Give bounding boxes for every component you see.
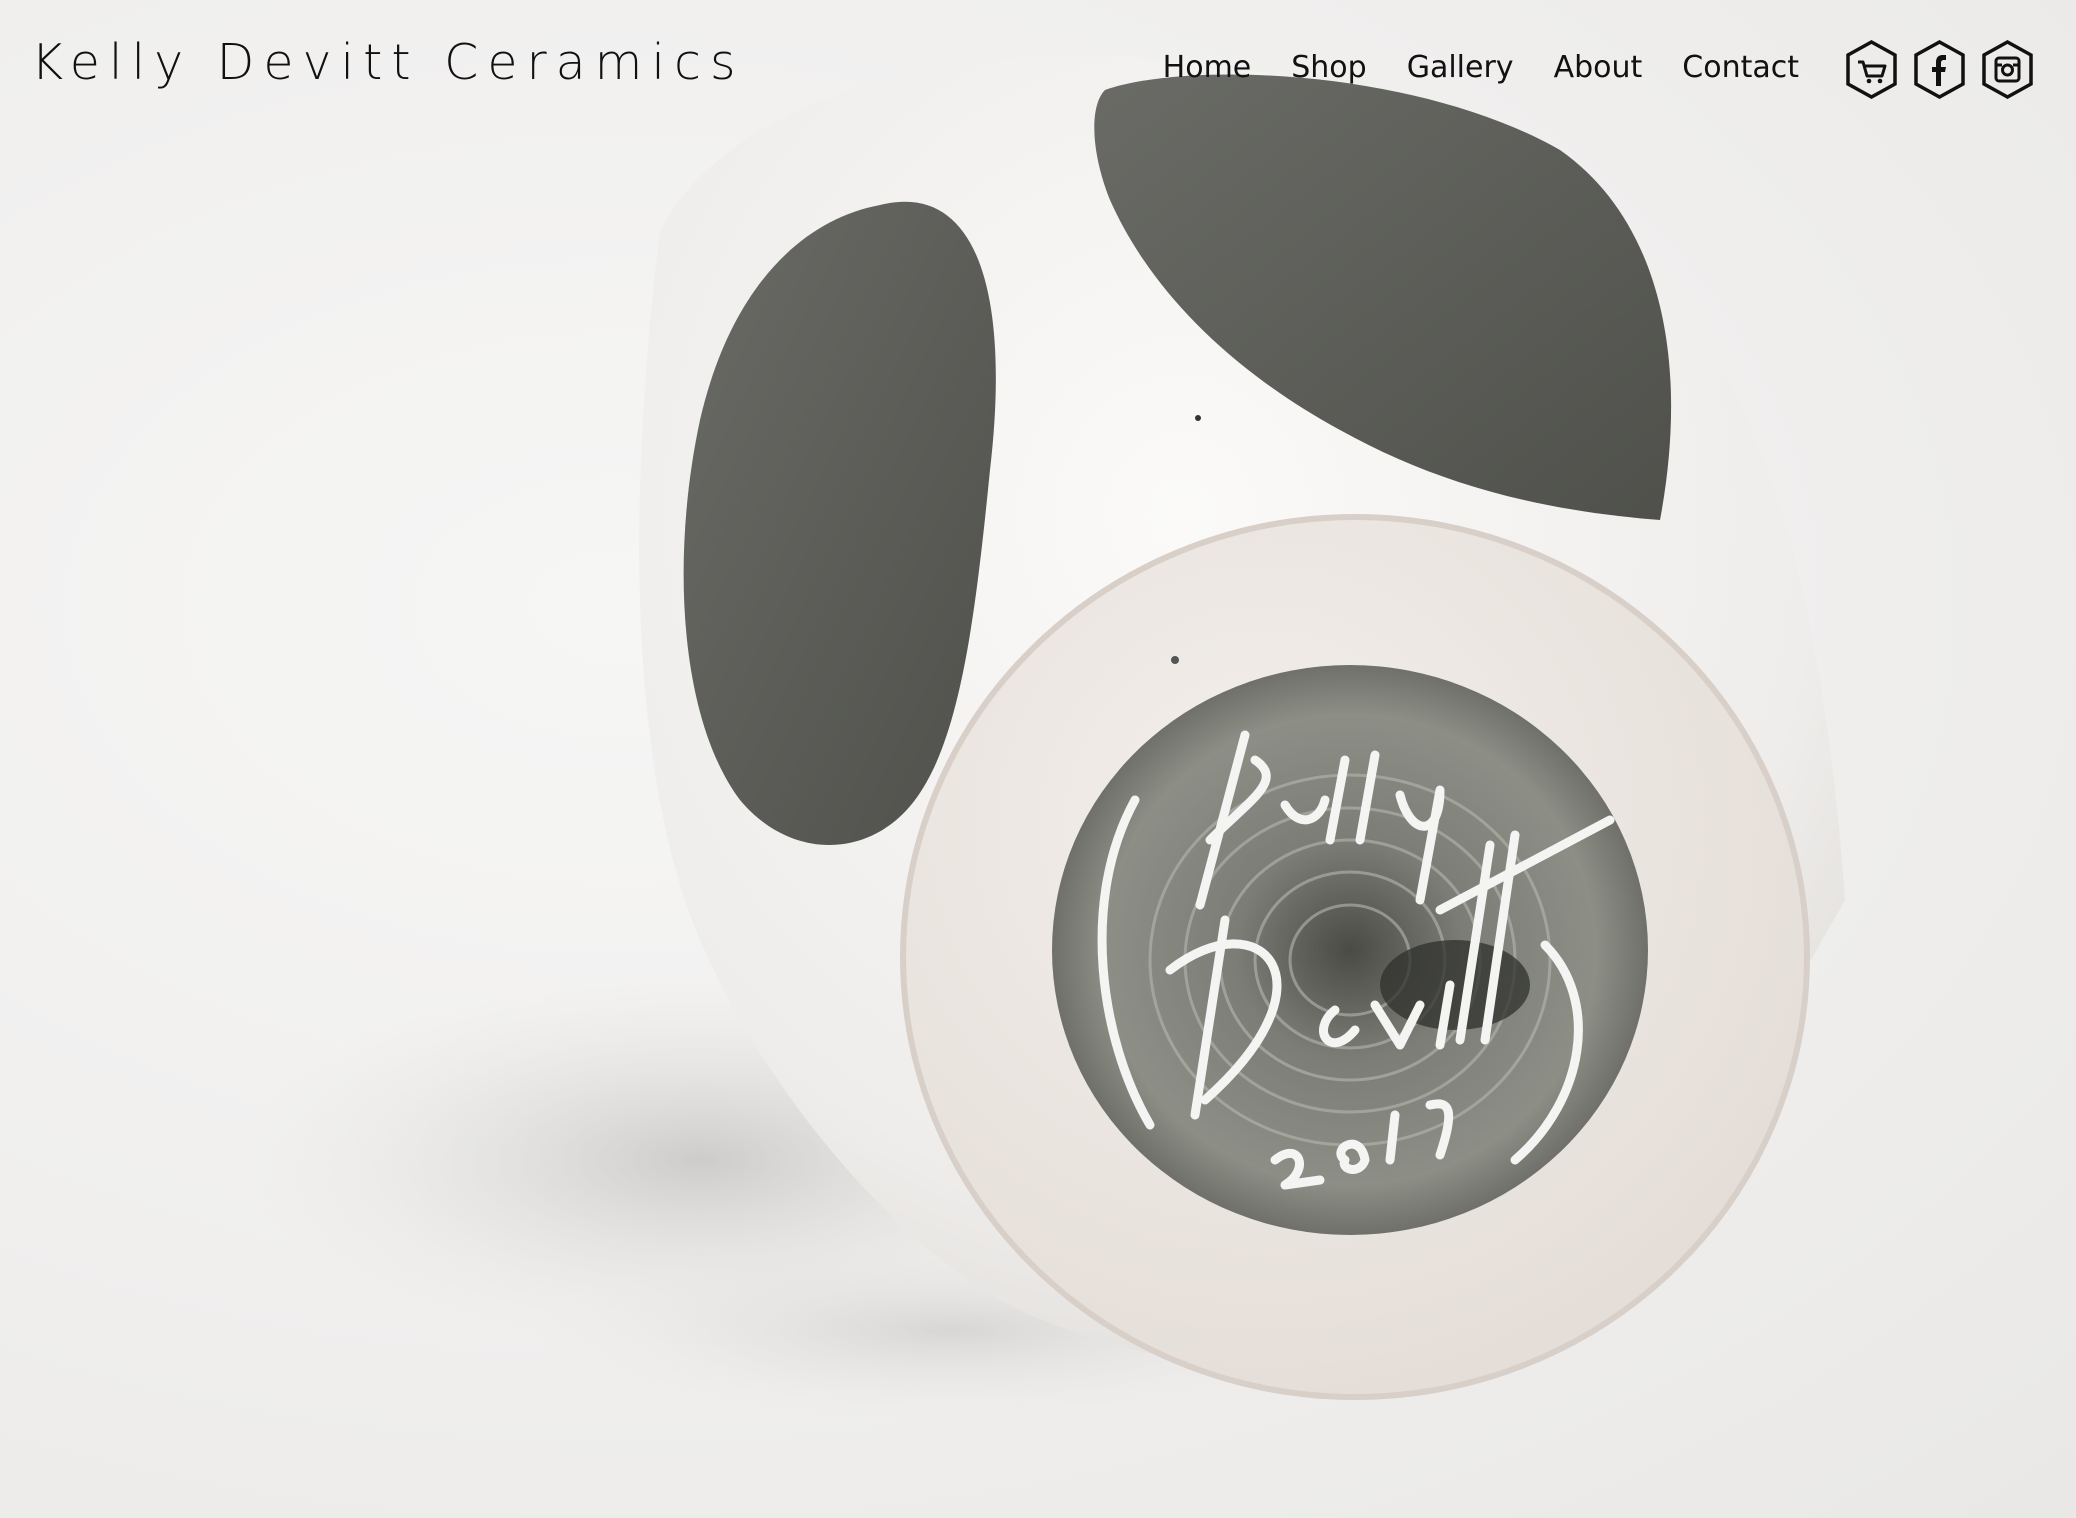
hero-image xyxy=(240,54,1845,1420)
nav-link-gallery[interactable]: Gallery xyxy=(1407,50,1514,85)
page: Kelly Devitt Ceramics Home Shop Gallery … xyxy=(0,0,2076,1518)
glaze-dot xyxy=(1195,415,1201,421)
cup-foot-well xyxy=(1052,665,1648,1235)
facebook-icon[interactable] xyxy=(1913,40,1966,99)
cart-icon[interactable] xyxy=(1845,40,1898,99)
well-dark-spot xyxy=(1380,940,1530,1030)
nav-link-home[interactable]: Home xyxy=(1163,50,1252,85)
site-header: Kelly Devitt Ceramics Home Shop Gallery … xyxy=(0,0,2076,140)
main-nav: Home Shop Gallery About Contact xyxy=(1163,50,1799,85)
social-links xyxy=(1845,40,2034,99)
instagram-icon[interactable] xyxy=(1981,40,2034,99)
nav-link-about[interactable]: About xyxy=(1554,50,1643,85)
nav-link-contact[interactable]: Contact xyxy=(1682,50,1799,85)
site-title[interactable]: Kelly Devitt Ceramics xyxy=(31,34,744,91)
nav-link-shop[interactable]: Shop xyxy=(1291,50,1366,85)
glaze-dot-2 xyxy=(1171,656,1179,664)
